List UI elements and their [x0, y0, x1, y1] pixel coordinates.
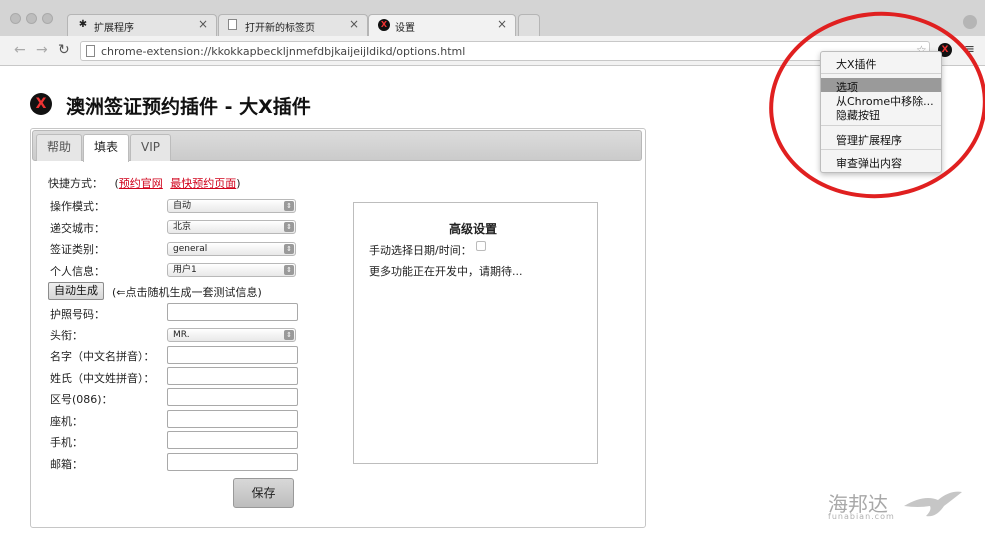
url-text: chrome-extension://kkokkapbeckljnmefdbjk… [101, 45, 466, 58]
forward-icon[interactable]: → [36, 42, 48, 58]
passport-label: 护照号码： [50, 308, 105, 321]
firstname-label: 名字（中文名拼音）： [50, 350, 155, 363]
firstname-input[interactable] [167, 346, 298, 364]
x-logo-icon: X [378, 19, 390, 31]
official-site-link[interactable]: 预约官网 [119, 177, 163, 190]
title-select[interactable]: MR. ⇕ [167, 328, 296, 342]
profile-icon[interactable] [963, 15, 977, 29]
manual-select-checkbox[interactable] [476, 241, 486, 251]
areacode-label: 区号(086)： [50, 393, 113, 406]
puzzle-icon: ✱ [78, 19, 88, 30]
visa-value: general [173, 244, 208, 254]
back-icon[interactable]: ← [14, 42, 26, 58]
select-arrow-icon: ⇕ [284, 330, 294, 340]
personal-value: 用户1 [173, 265, 197, 275]
areacode-input[interactable] [167, 388, 298, 406]
tab-vip[interactable]: VIP [130, 134, 171, 161]
select-arrow-icon: ⇕ [284, 244, 294, 254]
shortcut-label: 快捷方式： [48, 177, 103, 190]
mode-value: 自动 [173, 201, 192, 211]
lastname-input[interactable] [167, 367, 298, 385]
landline-label: 座机： [50, 415, 83, 428]
mobile-label: 手机： [50, 436, 83, 449]
tab-help[interactable]: 帮助 [36, 134, 83, 161]
advanced-note: 更多功能正在开发中，请期待... [369, 265, 523, 278]
close-icon[interactable]: × [349, 17, 359, 31]
advanced-settings-title: 高级设置 [449, 222, 498, 236]
close-window-button[interactable] [10, 13, 21, 24]
email-label: 邮箱： [50, 458, 83, 471]
shortcut-row: 快捷方式： (预约官网 最快预约页面) [48, 175, 241, 191]
maximize-window-button[interactable] [42, 13, 53, 24]
passport-input[interactable] [167, 303, 298, 321]
generate-hint: (⇐点击随机生成一套测试信息) [112, 286, 262, 299]
landline-input[interactable] [167, 410, 298, 428]
fastest-booking-link[interactable]: 最快预约页面 [170, 177, 236, 190]
new-tab-button[interactable] [518, 14, 540, 36]
title-value: MR. [173, 330, 190, 340]
browser-tab-extensions[interactable]: ✱ 扩展程序 × [67, 14, 217, 36]
select-arrow-icon: ⇕ [284, 265, 294, 275]
minimize-window-button[interactable] [26, 13, 37, 24]
page-icon [228, 19, 237, 30]
save-button[interactable]: 保存 [233, 478, 294, 508]
reload-icon[interactable]: ↻ [58, 42, 70, 58]
mode-label: 操作模式： [50, 200, 105, 213]
tab-title: 打开新的标签页 [245, 23, 315, 34]
close-icon[interactable]: × [198, 17, 208, 31]
visa-label: 签证类别： [50, 243, 105, 256]
city-select[interactable]: 北京 ⇕ [167, 220, 296, 234]
city-value: 北京 [173, 222, 192, 232]
browser-tab-settings[interactable]: X 设置 × [368, 14, 516, 36]
page-title: 澳洲签证预约插件 - 大X插件 [66, 96, 311, 118]
auto-generate-button[interactable]: 自动生成 [48, 282, 104, 300]
title-label: 头衔： [50, 329, 83, 342]
mobile-input[interactable] [167, 431, 298, 449]
watermark-subtext: funabian.com [828, 512, 895, 521]
personal-select[interactable]: 用户1 ⇕ [167, 263, 296, 277]
close-icon[interactable]: × [497, 17, 507, 31]
lastname-label: 姓氏（中文姓拼音）： [50, 372, 155, 385]
tab-form[interactable]: 填表 [83, 134, 130, 162]
select-arrow-icon: ⇕ [284, 201, 294, 211]
watermark-bird-icon [904, 491, 962, 517]
x-logo-icon: X [30, 93, 52, 115]
manual-select-label: 手动选择日期/时间： [369, 244, 472, 257]
email-input[interactable] [167, 453, 298, 471]
select-arrow-icon: ⇕ [284, 222, 294, 232]
personal-label: 个人信息： [50, 265, 105, 278]
shortcut-paren-close: ) [236, 177, 241, 190]
tab-title: 扩展程序 [94, 23, 134, 34]
visa-select[interactable]: general ⇕ [167, 242, 296, 256]
mode-select[interactable]: 自动 ⇕ [167, 199, 296, 213]
city-label: 递交城市： [50, 222, 105, 235]
tab-title: 设置 [395, 23, 415, 34]
page-icon [86, 45, 95, 57]
browser-tab-newtab[interactable]: 打开新的标签页 × [218, 14, 368, 36]
